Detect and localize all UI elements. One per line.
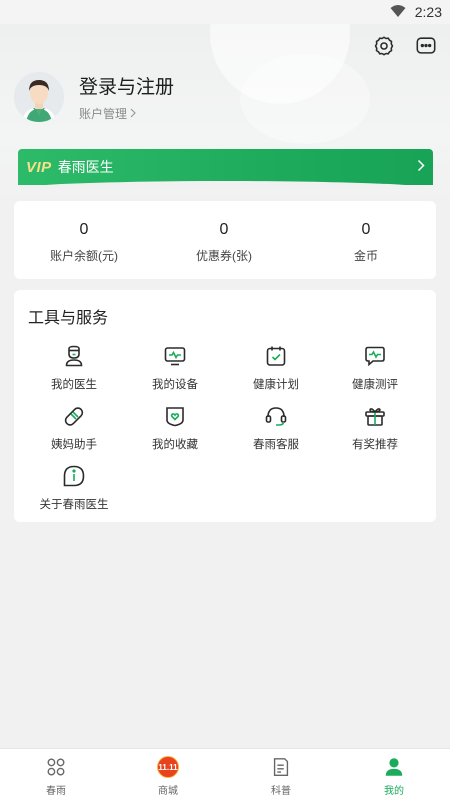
doctor-icon [60,342,88,370]
chevron-right-icon [417,159,425,177]
health-assessment-icon [361,342,389,370]
tool-health-assessment[interactable]: 健康测评 [325,342,425,392]
article-icon [269,755,293,779]
period-helper-icon [60,402,88,430]
tool-favorites[interactable]: 我的收藏 [125,402,225,452]
stat-coupons[interactable]: 0 优惠券(张) [154,221,294,264]
tool-period-helper[interactable]: 姨妈助手 [24,402,124,452]
tab-label: 春雨 [46,786,66,797]
stat-balance[interactable]: 0 账户余额(元) [14,221,154,264]
chevron-right-icon [130,107,136,121]
mall-1111-icon: 11.11 [156,755,180,779]
wifi-icon [390,4,406,23]
mall-1111-badge: 11.11 [157,756,179,778]
stat-label: 金币 [353,249,378,263]
login-register-link[interactable]: 登录与注册 [79,72,174,99]
profile-icon [382,755,406,779]
tool-label: 我的医生 [51,379,97,391]
top-icons [372,34,438,58]
tab-science[interactable]: 科普 [225,755,337,797]
tool-label: 姨妈助手 [51,439,97,451]
tool-label: 我的收藏 [152,439,198,451]
tab-label: 商城 [158,786,178,797]
avatar[interactable] [14,72,64,122]
status-time: 2:23 [414,4,442,20]
tab-label: 我的 [384,786,404,797]
gift-icon [361,402,389,430]
tab-label: 科普 [271,786,291,797]
status-bar: 2:23 [0,0,450,24]
device-icon [161,342,189,370]
tool-label: 健康计划 [253,379,299,391]
account-management-label: 账户管理 [79,107,128,121]
tool-my-doctor[interactable]: 我的医生 [24,342,124,392]
home-grid-icon [44,755,68,779]
account-management-link[interactable]: 账户管理 [79,105,174,122]
tool-customer-service[interactable]: 春雨客服 [226,402,326,452]
tool-label: 春雨客服 [253,439,299,451]
tab-bar: 春雨 11.11 商城 科普 我的 [0,748,450,800]
vip-logo: VIP [26,158,52,176]
stat-value: 0 [361,221,371,238]
tool-my-device[interactable]: 我的设备 [125,342,225,392]
tab-mall[interactable]: 11.11 商城 [112,755,224,797]
stats-card: 0 账户余额(元) 0 优惠券(张) 0 金币 [14,201,436,279]
message-icon[interactable] [414,34,438,58]
tool-referral-reward[interactable]: 有奖推荐 [325,402,425,452]
vip-banner[interactable]: VIP 春雨医生 [18,149,433,189]
tab-mine[interactable]: 我的 [338,755,450,797]
vip-label: 春雨医生 [57,159,114,175]
customer-service-icon [262,402,290,430]
profile-section[interactable]: 登录与注册 账户管理 [14,72,174,122]
tool-about[interactable]: 关于春雨医生 [24,462,124,512]
tool-health-plan[interactable]: 健康计划 [226,342,326,392]
stat-coins[interactable]: 0 金币 [296,221,436,264]
settings-icon[interactable] [372,34,396,58]
stat-value: 0 [79,221,89,238]
tools-title: 工具与服务 [28,310,109,327]
health-plan-icon [262,342,290,370]
tools-card: 工具与服务 我的医生 我的设备 健康计划 健康测评 姨妈助手 我的收藏 春雨客服… [14,290,436,522]
favorites-icon [161,402,189,430]
tab-home[interactable]: 春雨 [0,755,112,797]
tool-label: 关于春雨医生 [39,499,109,511]
tool-label: 健康测评 [352,379,398,391]
stat-label: 账户余额(元) [50,249,118,263]
info-icon [60,462,88,490]
tool-label: 有奖推荐 [352,439,398,451]
stat-value: 0 [219,221,229,238]
tool-label: 我的设备 [152,379,198,391]
stat-label: 优惠券(张) [196,249,252,263]
